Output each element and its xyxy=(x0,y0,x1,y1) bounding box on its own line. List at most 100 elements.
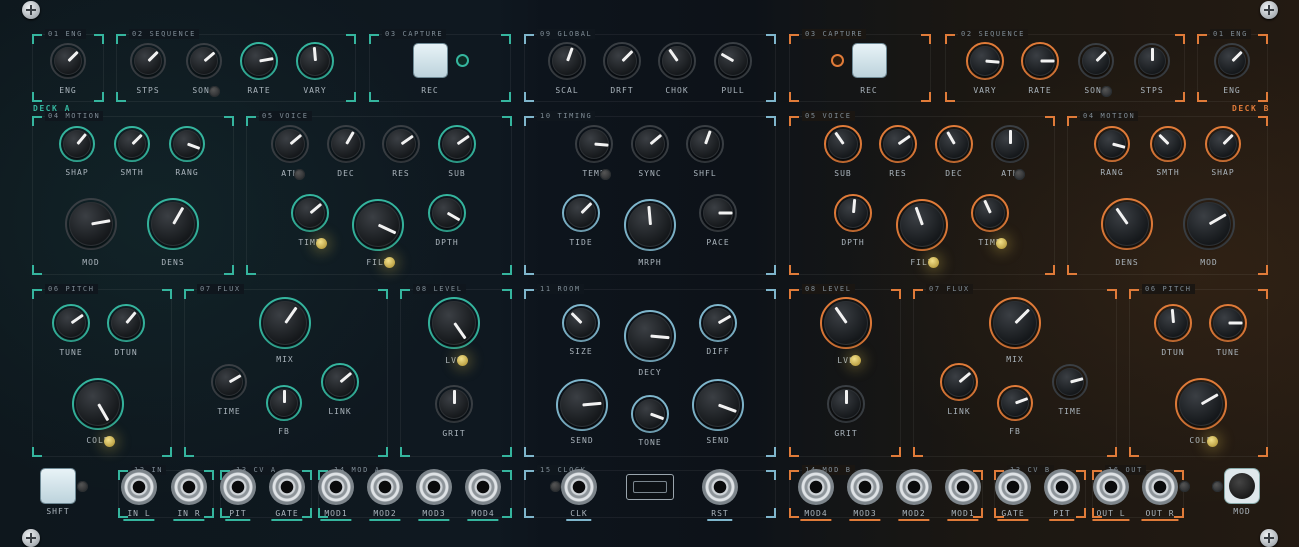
knob[interactable] xyxy=(631,125,669,163)
knob[interactable] xyxy=(186,43,222,79)
knob[interactable] xyxy=(827,385,865,423)
patch-jack[interactable] xyxy=(995,469,1031,505)
button-led[interactable] xyxy=(600,169,611,180)
knob[interactable] xyxy=(291,194,329,232)
rec-button[interactable] xyxy=(414,44,447,77)
knob[interactable] xyxy=(259,297,311,349)
knob[interactable] xyxy=(686,125,724,163)
knob[interactable] xyxy=(1150,126,1186,162)
patch-jack[interactable] xyxy=(702,469,738,505)
patch-jack[interactable] xyxy=(220,469,256,505)
knob[interactable] xyxy=(1175,378,1227,430)
button-led[interactable] xyxy=(1179,481,1190,492)
button-led[interactable] xyxy=(294,169,305,180)
button-led[interactable] xyxy=(550,481,561,492)
knob[interactable] xyxy=(824,125,862,163)
knob[interactable] xyxy=(321,363,359,401)
knob[interactable] xyxy=(714,42,752,80)
patch-jack[interactable] xyxy=(318,469,354,505)
patch-jack[interactable] xyxy=(416,469,452,505)
knob[interactable] xyxy=(1094,126,1130,162)
knob[interactable] xyxy=(271,125,309,163)
patch-jack[interactable] xyxy=(269,469,305,505)
button-led[interactable] xyxy=(77,481,88,492)
knob[interactable] xyxy=(699,304,737,342)
knob[interactable] xyxy=(1214,43,1250,79)
knob[interactable] xyxy=(211,364,247,400)
knob[interactable] xyxy=(296,42,334,80)
knob[interactable] xyxy=(435,385,473,423)
knob[interactable] xyxy=(692,379,744,431)
patch-jack[interactable] xyxy=(1142,469,1178,505)
knob[interactable] xyxy=(327,125,365,163)
knob[interactable] xyxy=(1101,198,1153,250)
patch-jack[interactable] xyxy=(945,469,981,505)
knob[interactable] xyxy=(896,199,948,251)
knob[interactable] xyxy=(72,378,124,430)
knob[interactable] xyxy=(52,304,90,342)
knob[interactable] xyxy=(428,194,466,232)
knob[interactable] xyxy=(699,194,737,232)
knob[interactable] xyxy=(107,304,145,342)
button-led[interactable] xyxy=(209,86,220,97)
knob[interactable] xyxy=(562,194,600,232)
button-led[interactable] xyxy=(1212,481,1223,492)
patch-jack[interactable] xyxy=(367,469,403,505)
knob[interactable] xyxy=(1183,198,1235,250)
knob[interactable] xyxy=(997,385,1033,421)
knob[interactable] xyxy=(624,310,676,362)
knob[interactable] xyxy=(989,297,1041,349)
knob[interactable] xyxy=(556,379,608,431)
knob[interactable] xyxy=(991,125,1029,163)
knob[interactable] xyxy=(240,42,278,80)
knob[interactable] xyxy=(438,125,476,163)
rec-button[interactable] xyxy=(853,44,886,77)
knob[interactable] xyxy=(352,199,404,251)
knob[interactable] xyxy=(266,385,302,421)
patch-jack[interactable] xyxy=(847,469,883,505)
knob[interactable] xyxy=(1209,304,1247,342)
knob[interactable] xyxy=(966,42,1004,80)
usb-port[interactable] xyxy=(626,474,674,500)
button-led[interactable] xyxy=(1014,169,1025,180)
patch-jack[interactable] xyxy=(121,469,157,505)
knob[interactable] xyxy=(59,126,95,162)
knob[interactable] xyxy=(935,125,973,163)
knob[interactable] xyxy=(879,125,917,163)
knob[interactable] xyxy=(1134,43,1170,79)
knob[interactable] xyxy=(631,395,669,433)
knob[interactable] xyxy=(940,363,978,401)
knob[interactable] xyxy=(130,43,166,79)
shift-button[interactable] xyxy=(41,469,75,503)
knob[interactable] xyxy=(548,42,586,80)
knob[interactable] xyxy=(428,297,480,349)
knob[interactable] xyxy=(971,194,1009,232)
mod-button[interactable] xyxy=(1225,469,1259,503)
knob[interactable] xyxy=(624,199,676,251)
knob[interactable] xyxy=(834,194,872,232)
knob[interactable] xyxy=(1078,43,1114,79)
knob[interactable] xyxy=(562,304,600,342)
patch-jack[interactable] xyxy=(561,469,597,505)
patch-jack[interactable] xyxy=(798,469,834,505)
knob[interactable] xyxy=(382,125,420,163)
knob[interactable] xyxy=(603,42,641,80)
knob[interactable] xyxy=(147,198,199,250)
knob[interactable] xyxy=(1154,304,1192,342)
knob[interactable] xyxy=(1052,364,1088,400)
knob[interactable] xyxy=(65,198,117,250)
patch-jack[interactable] xyxy=(896,469,932,505)
patch-jack[interactable] xyxy=(465,469,501,505)
patch-jack[interactable] xyxy=(1044,469,1080,505)
knob[interactable] xyxy=(1021,42,1059,80)
patch-jack[interactable] xyxy=(1093,469,1129,505)
knob[interactable] xyxy=(820,297,872,349)
knob[interactable] xyxy=(50,43,86,79)
knob[interactable] xyxy=(114,126,150,162)
button-led[interactable] xyxy=(1101,86,1112,97)
knob[interactable] xyxy=(1205,126,1241,162)
patch-jack[interactable] xyxy=(171,469,207,505)
knob[interactable] xyxy=(658,42,696,80)
knob[interactable] xyxy=(169,126,205,162)
knob[interactable] xyxy=(575,125,613,163)
